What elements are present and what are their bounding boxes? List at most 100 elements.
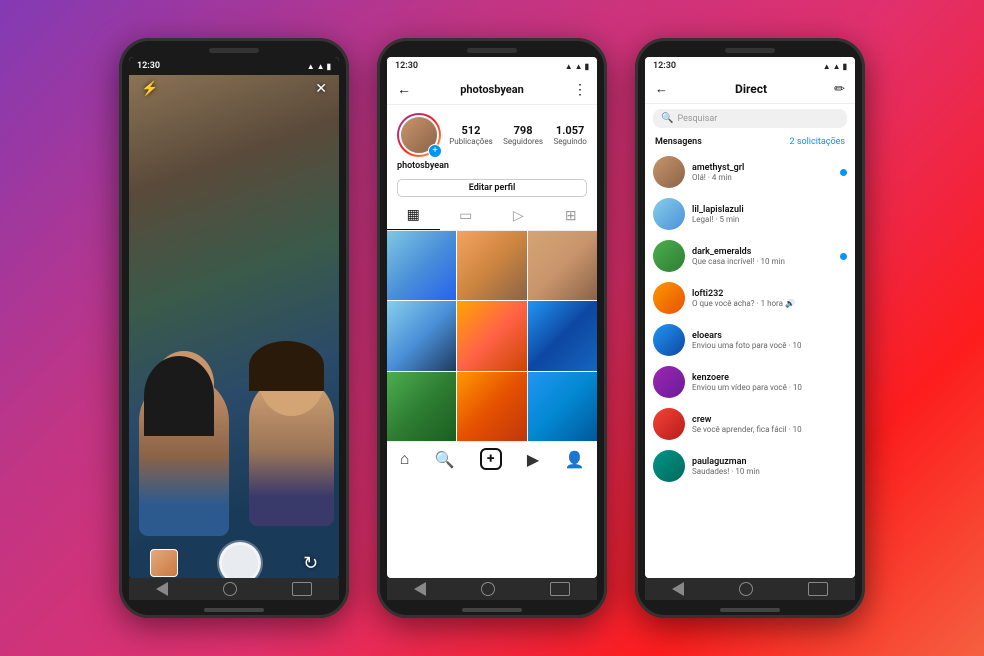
nav-add-button[interactable]: + xyxy=(480,448,502,470)
message-item-8[interactable]: paulaguzman Saudades! · 10 min xyxy=(645,445,855,487)
profile-tabs: ▦ ▭ ▷ ⊞ xyxy=(387,201,597,231)
status-icons: ▲ ▲ ▮ xyxy=(565,62,589,71)
message-item-3[interactable]: dark_emeralds Que casa incrível! · 10 mi… xyxy=(645,235,855,277)
message-content: eloears Enviou uma foto para você · 10 xyxy=(692,331,847,350)
tab-grid[interactable]: ▦ xyxy=(387,201,440,230)
username: dark_emeralds xyxy=(692,247,833,257)
nav-profile-icon[interactable]: 👤 xyxy=(564,450,584,469)
message-content: dark_emeralds Que casa incrível! · 10 mi… xyxy=(692,247,833,266)
avatar-eloears xyxy=(653,324,685,356)
avatar-dark-emeralds xyxy=(653,240,685,272)
home-button[interactable] xyxy=(739,582,753,596)
home-bar xyxy=(204,608,264,612)
photo-cell-6[interactable] xyxy=(528,301,597,370)
username: kenzoere xyxy=(692,373,847,383)
direct-screen: 12:30 ▲ ▲ ▮ ← Direct ✏ 🔍 Pesquisar Mensa… xyxy=(645,57,855,578)
back-icon[interactable]: ← xyxy=(397,81,411,98)
photo-cell-4[interactable] xyxy=(387,301,456,370)
solicitations-link[interactable]: 2 solicitações xyxy=(790,137,845,147)
messages-label: Mensagens xyxy=(655,137,702,147)
camera-top-controls: ⚡ ✕ xyxy=(129,75,339,103)
tab-video[interactable]: ▷ xyxy=(492,201,545,230)
phone-profile: 12:30 ▲ ▲ ▮ ← photosbyean ⋮ + xyxy=(377,38,607,618)
photo-cell-1[interactable] xyxy=(387,231,456,300)
message-item-2[interactable]: lil_lapislazuli Legal! · 5 min xyxy=(645,193,855,235)
message-item-6[interactable]: kenzoere Enviou um vídeo para você · 10 xyxy=(645,361,855,403)
avatar-paulaguzman xyxy=(653,450,685,482)
shutter-button[interactable] xyxy=(219,542,261,578)
instagram-direct: 12:30 ▲ ▲ ▮ ← Direct ✏ 🔍 Pesquisar Mensa… xyxy=(645,57,855,578)
profile-stats: 512 Publicações 798 Seguidores 1.057 Seg… xyxy=(449,124,587,146)
nav-search-icon[interactable]: 🔍 xyxy=(435,450,455,469)
message-item-7[interactable]: crew Se você aprender, fica fácil · 10 xyxy=(645,403,855,445)
recents-button[interactable] xyxy=(808,582,828,596)
photo-cell-3[interactable] xyxy=(528,231,597,300)
back-button[interactable] xyxy=(156,582,168,596)
profile-screen: 12:30 ▲ ▲ ▮ ← photosbyean ⋮ + xyxy=(387,57,597,578)
followers-stat[interactable]: 798 Seguidores xyxy=(503,124,543,146)
signal-icon: ▲ xyxy=(565,62,573,71)
username: amethyst_grl xyxy=(692,163,833,173)
recents-button[interactable] xyxy=(292,582,312,596)
username: crew xyxy=(692,415,847,425)
compose-icon[interactable]: ✏ xyxy=(834,82,845,97)
phone-nav-bar xyxy=(645,578,855,600)
back-button[interactable] xyxy=(414,582,426,596)
message-content: lofti232 O que você acha? · 1 hora 🔊 xyxy=(692,289,847,308)
home-button[interactable] xyxy=(223,582,237,596)
following-stat[interactable]: 1.057 Seguindo xyxy=(553,124,586,146)
person-2 xyxy=(249,376,334,526)
camera-photo: ⚡ ✕ ↻ xyxy=(129,75,339,578)
photo-cell-8[interactable] xyxy=(457,372,526,441)
wifi-icon: ▲ xyxy=(575,62,583,71)
flash-off-icon[interactable]: ⚡ xyxy=(141,81,158,97)
gallery-thumbnail[interactable] xyxy=(150,549,178,577)
wifi-icon: ▲ xyxy=(317,62,325,71)
search-icon: 🔍 xyxy=(661,113,673,124)
signal-icon: ▲ xyxy=(823,62,831,71)
message-item-1[interactable]: amethyst_grl Olá! · 4 min xyxy=(645,151,855,193)
back-icon[interactable]: ← xyxy=(655,81,668,97)
add-story-button[interactable]: + xyxy=(428,144,442,158)
phone-camera: 12:30 ▲ ▲ ▮ ⚡ ✕ ↻ xyxy=(119,38,349,618)
home-button[interactable] xyxy=(481,582,495,596)
message-item-5[interactable]: eloears Enviou uma foto para você · 10 xyxy=(645,319,855,361)
photo-cell-5[interactable] xyxy=(457,301,526,370)
message-preview: Que casa incrível! · 10 min xyxy=(692,257,833,266)
profile-info: + 512 Publicações 798 Seguidores 1.057 S… xyxy=(387,105,597,161)
more-icon[interactable]: ⋮ xyxy=(573,82,587,98)
username: eloears xyxy=(692,331,847,341)
avatar-lofti232 xyxy=(653,282,685,314)
photo-cell-9[interactable] xyxy=(528,372,597,441)
status-bar: 12:30 ▲ ▲ ▮ xyxy=(129,57,339,75)
message-preview: Legal! · 5 min xyxy=(692,215,847,224)
status-icons: ▲ ▲ ▮ xyxy=(307,62,331,71)
message-item-4[interactable]: lofti232 O que você acha? · 1 hora 🔊 xyxy=(645,277,855,319)
photo-cell-2[interactable] xyxy=(457,231,526,300)
username: paulaguzman xyxy=(692,457,847,467)
phone-direct: 12:30 ▲ ▲ ▮ ← Direct ✏ 🔍 Pesquisar Mensa… xyxy=(635,38,865,618)
flip-camera-icon[interactable]: ↻ xyxy=(303,553,318,574)
following-count: 1.057 xyxy=(556,124,584,137)
close-icon[interactable]: ✕ xyxy=(315,81,327,97)
nav-reels-icon[interactable]: ▶ xyxy=(527,450,539,469)
recents-button[interactable] xyxy=(550,582,570,596)
profile-username: photosbyean xyxy=(460,83,524,96)
camera-view: 12:30 ▲ ▲ ▮ ⚡ ✕ ↻ xyxy=(129,57,339,578)
tab-tags[interactable]: ⊞ xyxy=(545,201,598,230)
status-time: 12:30 xyxy=(653,61,676,71)
message-content: kenzoere Enviou um vídeo para você · 10 xyxy=(692,373,847,392)
back-button[interactable] xyxy=(672,582,684,596)
photo-cell-7[interactable] xyxy=(387,372,456,441)
tab-reels[interactable]: ▭ xyxy=(440,201,493,230)
signal-icon: ▲ xyxy=(307,62,315,71)
avatar-crew xyxy=(653,408,685,440)
status-time: 12:30 xyxy=(137,61,160,71)
followers-label: Seguidores xyxy=(503,137,543,146)
edit-profile-button[interactable]: Editar perfil xyxy=(397,179,587,197)
posts-count: 512 xyxy=(461,124,480,137)
speaker xyxy=(725,48,775,53)
nav-home-icon[interactable]: ⌂ xyxy=(400,449,410,469)
search-bar[interactable]: 🔍 Pesquisar xyxy=(653,109,847,128)
following-label: Seguindo xyxy=(553,137,586,146)
